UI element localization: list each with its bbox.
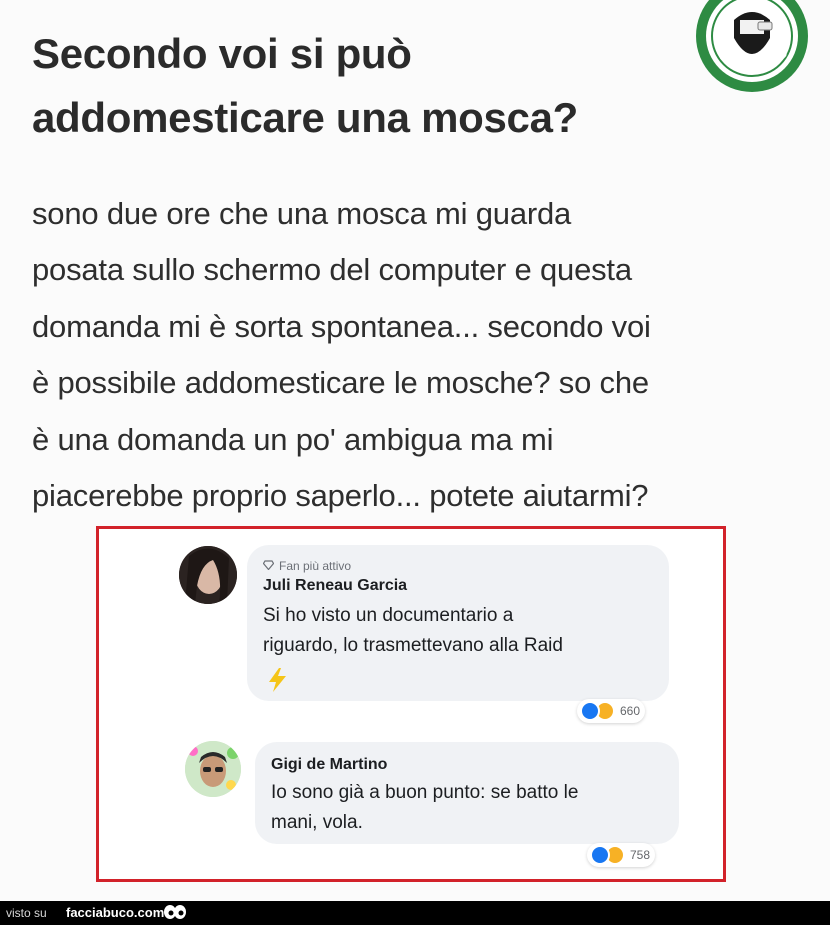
reaction-summary[interactable]: 758: [587, 843, 656, 867]
comment-line: Io sono già a buon punto: se batto le: [271, 782, 579, 803]
top-fan-badge: Fan più attivo: [262, 559, 352, 573]
post-body-line: sono due ore che una mosca mi guarda: [32, 196, 572, 231]
diamond-icon: [262, 559, 275, 573]
comment-line: mani, vola.: [271, 812, 363, 833]
comment-line: Si ho visto un documentario a: [263, 605, 514, 626]
comment-bubble: Gigi de Martino Io sono già a buon punto…: [255, 742, 679, 844]
avatar[interactable]: [185, 741, 241, 797]
footer-prefix: visto su: [6, 906, 47, 920]
post-title: Secondo voi si può addomesticare una mos…: [32, 22, 672, 150]
post-body: sono due ore che una mosca mi guarda pos…: [32, 186, 822, 524]
post-title-line: Secondo voi si può: [32, 30, 412, 77]
svg-text:MEMORABILI: MEMORABILI: [694, 0, 791, 77]
comment-text: Si ho visto un documentario a riguardo, …: [263, 601, 653, 661]
watermark-footer: visto su facciabuco.com: [0, 901, 830, 925]
comment-author[interactable]: Juli Reneau Garcia: [263, 577, 407, 595]
reaction-count: 758: [630, 848, 651, 862]
footer-site-link[interactable]: facciabuco.com: [66, 905, 164, 920]
reaction-summary[interactable]: 660: [577, 699, 646, 723]
comment-author[interactable]: Gigi de Martino: [271, 756, 387, 774]
post-body-line: piacerebbe proprio saperlo... potete aiu…: [32, 478, 649, 514]
like-reaction-icon: [590, 845, 610, 865]
comment-text: Io sono già a buon punto: se batto le ma…: [271, 778, 671, 838]
eyes-icon: [163, 904, 187, 923]
post-page: Secondo voi si può addomesticare una mos…: [0, 0, 830, 925]
logo-ring-text: MEMORABILI: [694, 0, 791, 77]
comments-highlight-frame: Fan più attivo Juli Reneau Garcia Si ho …: [96, 526, 726, 882]
post-title-line: addomesticare una mosca?: [32, 94, 578, 141]
reaction-count: 660: [620, 704, 641, 718]
badge-label: Fan più attivo: [279, 559, 352, 573]
memorabili-logo: MEMORABILI: [694, 0, 810, 94]
like-reaction-icon: [580, 701, 600, 721]
comment-bubble: Fan più attivo Juli Reneau Garcia Si ho …: [247, 545, 669, 701]
post-body-line: domanda mi è sorta spontanea... secondo …: [32, 308, 651, 344]
post-body-line: è una domanda un po' ambigua ma mi: [32, 421, 554, 457]
post-body-line: posata sullo schermo del computer e ques…: [32, 252, 632, 288]
post-body-line: è possibile addomesticare le mosche? so …: [32, 365, 649, 401]
comment-line: riguardo, lo trasmettevano alla Raid: [263, 635, 563, 656]
lightning-bolt-emoji-icon: [265, 667, 291, 698]
avatar[interactable]: [179, 546, 237, 604]
